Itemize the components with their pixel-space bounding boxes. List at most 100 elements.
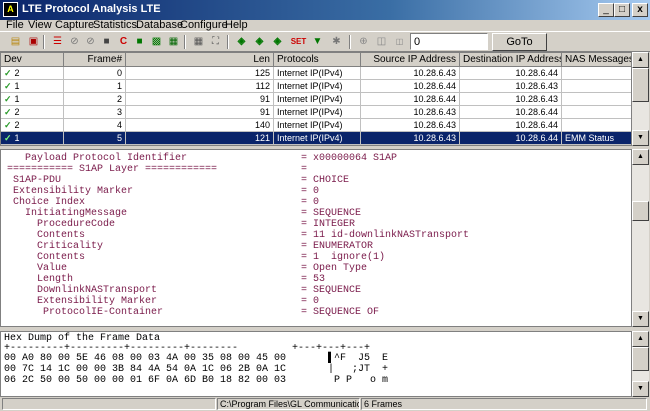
grid-icon[interactable]: ▦ bbox=[190, 34, 207, 50]
decode-line[interactable]: S1AP-PDU = CHOICE bbox=[1, 176, 631, 186]
field-value: = 1 ignore(1) bbox=[301, 252, 386, 263]
len-cell: 121 bbox=[126, 132, 274, 145]
table-row[interactable]: ✓ 2 4 140 Internet IP(IPv4) 10.28.6.43 10… bbox=[1, 119, 631, 132]
scroll-up-icon[interactable]: ▲ bbox=[632, 331, 649, 347]
field-value: = SEQUENCE OF bbox=[301, 307, 380, 318]
field-name: DownlinkNASTransport bbox=[1, 285, 158, 296]
scroll-thumb[interactable] bbox=[632, 201, 649, 221]
green-page-icon[interactable]: ▩ bbox=[148, 34, 165, 50]
column-source-ip[interactable]: Source IP Address bbox=[361, 53, 460, 67]
decode-line[interactable]: Criticality = ENUMERATOR bbox=[1, 242, 631, 252]
set-filter-icon[interactable]: SET bbox=[290, 34, 307, 50]
frame-cell: 3 bbox=[64, 106, 126, 119]
scroll-down-icon[interactable]: ▼ bbox=[632, 311, 649, 327]
scroll-thumb[interactable] bbox=[632, 68, 649, 102]
copy-icon[interactable]: ◫ bbox=[373, 34, 390, 50]
source-ip-cell: 10.28.6.44 bbox=[361, 93, 460, 106]
pdf-icon[interactable]: ◫ bbox=[391, 34, 408, 50]
toolbar-separator bbox=[227, 35, 229, 49]
field-value: = x00000064 S1AP bbox=[301, 153, 398, 164]
save-capture-icon[interactable]: ▣ bbox=[25, 34, 42, 50]
frame-list-scrollbar[interactable]: ▲ ▼ bbox=[632, 52, 649, 146]
nas-cell bbox=[562, 93, 631, 106]
scroll-thumb[interactable] bbox=[632, 347, 649, 371]
decode-c-icon[interactable]: ⊕ bbox=[355, 34, 372, 50]
decode-line[interactable]: Contents = 1 ignore(1) bbox=[1, 253, 631, 263]
scroll-up-icon[interactable]: ▲ bbox=[632, 52, 649, 68]
column-frame[interactable]: Frame# bbox=[64, 53, 126, 67]
goto-frame-input[interactable] bbox=[410, 33, 488, 50]
green-flag-icon[interactable]: ■ bbox=[131, 34, 148, 50]
check-icon: ✓ bbox=[4, 107, 12, 117]
decode-line[interactable]: Payload Protocol Identifier = x00000064 S… bbox=[1, 154, 631, 164]
protocol-cell: Internet IP(IPv4) bbox=[274, 80, 361, 93]
hex-line[interactable]: 00 A0 80 00 5E 46 08 00 03 4A 00 35 08 0… bbox=[4, 354, 388, 364]
table-row[interactable]: ✓ 1 2 91 Internet IP(IPv4) 10.28.6.44 10.… bbox=[1, 93, 631, 106]
destination-ip-cell: 10.28.6.44 bbox=[460, 132, 562, 145]
decode-line[interactable]: =========== S1AP Layer ============ = bbox=[1, 165, 631, 175]
funnel-icon[interactable]: ▼ bbox=[309, 34, 326, 50]
hex-line[interactable]: 00 7C 14 1C 00 00 3B 84 4A 54 0A 1C 06 2… bbox=[4, 365, 388, 375]
column-destination-ip[interactable]: Destination IP Address bbox=[460, 53, 562, 67]
decode-line[interactable]: Contents = 11 id-downlinkNASTransport bbox=[1, 231, 631, 241]
capture-c-icon[interactable]: C bbox=[115, 34, 132, 50]
check-icon: ✓ bbox=[4, 94, 12, 104]
goto-button[interactable]: GoTo bbox=[492, 33, 547, 51]
hex-line[interactable]: 06 2C 50 00 50 00 00 01 6F 0A 6D B0 18 8… bbox=[4, 376, 388, 386]
minimize-button[interactable]: _ bbox=[598, 3, 614, 17]
column-protocols[interactable]: Protocols bbox=[274, 53, 361, 67]
decode-line[interactable]: Value = Open Type bbox=[1, 264, 631, 274]
decode-line[interactable]: DownlinkNASTransport = SEQUENCE bbox=[1, 286, 631, 296]
table-row[interactable]: ✓ 2 0 125 Internet IP(IPv4) 10.28.6.43 10… bbox=[1, 67, 631, 80]
stop-icon[interactable]: ⊘ bbox=[66, 34, 83, 50]
disabled-stop-icon[interactable]: ⊘ bbox=[82, 34, 99, 50]
scroll-down-icon[interactable]: ▼ bbox=[632, 381, 649, 397]
column-dev[interactable]: Dev bbox=[1, 53, 64, 67]
scroll-up-icon[interactable]: ▲ bbox=[632, 149, 649, 165]
status-pane-empty bbox=[2, 398, 216, 410]
check-icon: ✓ bbox=[4, 81, 12, 91]
find-icon[interactable]: ◈ bbox=[233, 34, 250, 50]
decode-line[interactable]: Extensibility Marker = 0 bbox=[1, 297, 631, 307]
filter-icon[interactable]: ☰ bbox=[49, 34, 66, 50]
maximize-button[interactable]: □ bbox=[614, 3, 630, 17]
clear-filter-icon[interactable]: ✱ bbox=[328, 34, 345, 50]
menu-help[interactable]: Help bbox=[225, 19, 248, 31]
status-frame-count: 6 Frames bbox=[361, 398, 647, 410]
menu-configure[interactable]: Configure bbox=[180, 19, 228, 31]
select-icon[interactable]: ⛶ bbox=[207, 34, 224, 50]
column-nas-messages[interactable]: NAS Messages bbox=[562, 53, 631, 67]
menu-database[interactable]: Database bbox=[136, 19, 183, 31]
protocol-cell: Internet IP(IPv4) bbox=[274, 106, 361, 119]
hex-scrollbar[interactable]: ▲ ▼ bbox=[632, 331, 649, 397]
nas-cell bbox=[562, 106, 631, 119]
menu-capture[interactable]: Capture bbox=[55, 19, 94, 31]
column-len[interactable]: Len bbox=[126, 53, 274, 67]
dev-value: 2 bbox=[14, 107, 20, 117]
decode-line[interactable]: ProcedureCode = INTEGER bbox=[1, 220, 631, 230]
decode-line[interactable]: InitiatingMessage = SEQUENCE bbox=[1, 209, 631, 219]
menu-view[interactable]: View bbox=[28, 19, 52, 31]
record-icon[interactable]: ■ bbox=[98, 34, 115, 50]
decode-scrollbar[interactable]: ▲ ▼ bbox=[632, 149, 649, 327]
field-value: = SEQUENCE bbox=[301, 285, 362, 296]
decode-line[interactable]: ProtocolIE-Container = SEQUENCE OF bbox=[1, 308, 631, 318]
field-name: ProcedureCode bbox=[1, 219, 116, 230]
decode-line[interactable]: Choice Index = 0 bbox=[1, 198, 631, 208]
field-name: Contents bbox=[1, 230, 86, 241]
table-row[interactable]: ✓ 2 3 91 Internet IP(IPv4) 10.28.6.43 10.… bbox=[1, 106, 631, 119]
close-button[interactable]: x bbox=[632, 3, 648, 17]
table-row-selected[interactable]: ✓ 1 5 121 Internet IP(IPv4) 10.28.6.43 10… bbox=[1, 132, 631, 145]
app-icon: A bbox=[3, 2, 18, 17]
menu-file[interactable]: File bbox=[6, 19, 24, 31]
decode-line[interactable]: Length = 53 bbox=[1, 275, 631, 285]
find-prev-icon[interactable]: ◈ bbox=[269, 34, 286, 50]
open-folder-icon[interactable]: ▤ bbox=[7, 34, 24, 50]
find-next-icon[interactable]: ◈ bbox=[251, 34, 268, 50]
menu-statistics[interactable]: Statistics bbox=[93, 19, 137, 31]
decode-line[interactable]: Extensibility Marker = 0 bbox=[1, 187, 631, 197]
scroll-down-icon[interactable]: ▼ bbox=[632, 130, 649, 146]
toolbar-separator bbox=[43, 35, 45, 49]
export-icon[interactable]: ▦ bbox=[165, 34, 182, 50]
table-row[interactable]: ✓ 1 1 112 Internet IP(IPv4) 10.28.6.44 10… bbox=[1, 80, 631, 93]
